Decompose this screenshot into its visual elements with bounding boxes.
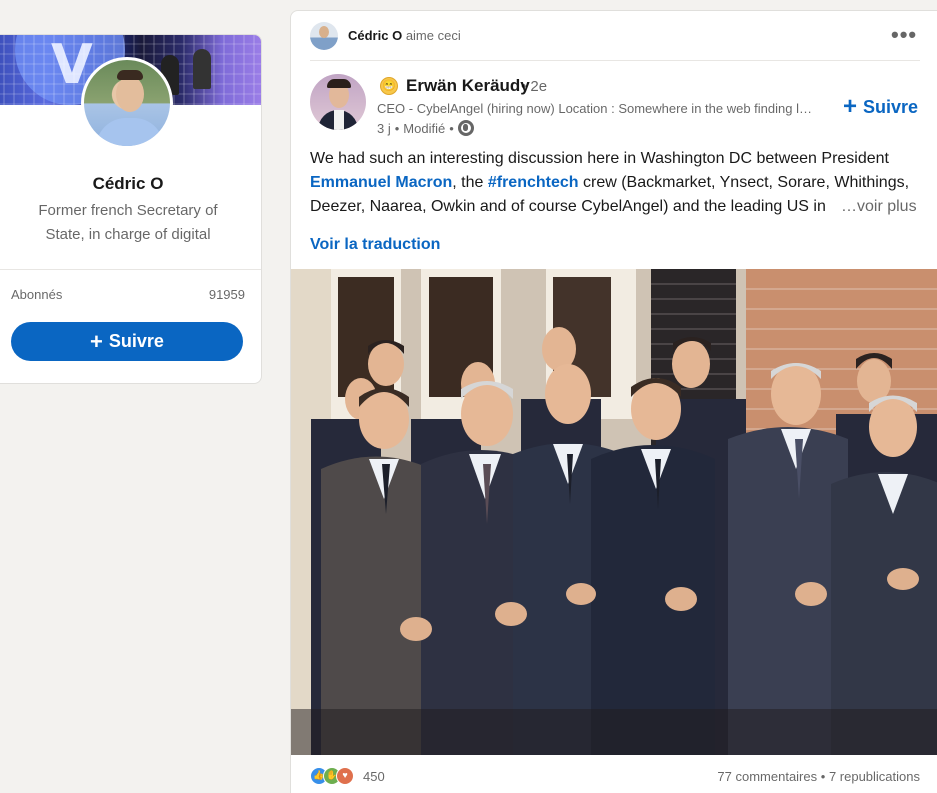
- social-counts: 👍 ✋ ♥ 450 77 commentaires • 7 republicat…: [310, 766, 920, 788]
- followers-count: 91959: [208, 287, 245, 302]
- plus-icon: +: [90, 328, 103, 354]
- translate-link[interactable]: Voir la traduction: [310, 236, 440, 254]
- post-text-part: , the: [452, 174, 488, 191]
- post-edited: Modifié: [403, 120, 446, 136]
- post-text-part: We had such an interesting discussion he…: [310, 150, 889, 167]
- post-actor-description: CEO - CybelAngel (hiring now) Location :…: [377, 101, 817, 116]
- profile-follow-button[interactable]: + Suivre: [11, 322, 243, 361]
- profile-avatar[interactable]: [81, 57, 173, 149]
- shares-count-link[interactable]: 7 republications: [829, 769, 920, 784]
- post-social-header: Cédric O aime ceci •••: [291, 11, 937, 61]
- meta-separator: •: [394, 120, 400, 136]
- comments-shares: 77 commentaires • 7 republications: [717, 769, 920, 784]
- reactions-count[interactable]: 450: [363, 769, 385, 784]
- connection-degree: • 2e: [521, 78, 548, 95]
- feed-post: Cédric O aime ceci ••• 😁 Erwän Keräudy •…: [290, 10, 937, 793]
- avatar-shirt: [334, 110, 344, 130]
- social-actor-name[interactable]: Cédric O: [348, 28, 402, 43]
- post-photo[interactable]: [291, 269, 937, 755]
- globe-icon: [457, 120, 474, 136]
- social-actor-avatar[interactable]: [310, 22, 338, 50]
- social-activity-text: Cédric O aime ceci: [348, 28, 461, 43]
- followers-stat: Abonnés 91959: [11, 287, 245, 302]
- avatar-hair: [327, 79, 351, 88]
- see-more-link[interactable]: …voir plus: [827, 195, 917, 219]
- avatar-face: [116, 76, 144, 112]
- profile-follow-label: Suivre: [108, 331, 164, 351]
- avatar-shirt: [96, 118, 164, 146]
- post-actor-avatar[interactable]: [310, 74, 366, 130]
- counts-separator: •: [820, 769, 826, 784]
- profile-divider: [0, 269, 261, 270]
- header-divider: [310, 60, 920, 61]
- mention-link[interactable]: Emmanuel Macron: [310, 174, 452, 191]
- plus-icon: +: [843, 93, 858, 120]
- post-follow-label: Suivre: [863, 96, 919, 117]
- comments-count-link[interactable]: 77 commentaires: [717, 769, 817, 784]
- social-action: aime ceci: [405, 28, 461, 43]
- profile-card: V Cédric O Former french Secretary of St…: [0, 34, 262, 384]
- followers-label: Abonnés: [11, 287, 63, 302]
- post-time: 3 j: [377, 120, 391, 136]
- banner-person: [193, 49, 211, 89]
- post-meta: 3 j • Modifié •: [377, 120, 474, 136]
- reaction-icons[interactable]: 👍 ✋ ♥: [310, 767, 354, 785]
- avatar-hair: [117, 70, 143, 80]
- love-icon: ♥: [336, 767, 354, 785]
- profile-name[interactable]: Cédric O: [0, 174, 261, 194]
- grinning-face-icon: 😁: [380, 77, 398, 95]
- profile-headline: Former french Secretary of State, in cha…: [38, 202, 218, 243]
- avatar-face: [319, 26, 329, 38]
- more-dots-icon[interactable]: •••: [891, 24, 917, 46]
- post-actor-name[interactable]: Erwän Keräudy: [406, 76, 530, 96]
- group-photo-image: [291, 269, 937, 755]
- meta-separator: •: [449, 120, 454, 136]
- hashtag-link[interactable]: #frenchtech: [488, 174, 579, 191]
- post-follow-button[interactable]: + Suivre: [843, 95, 918, 119]
